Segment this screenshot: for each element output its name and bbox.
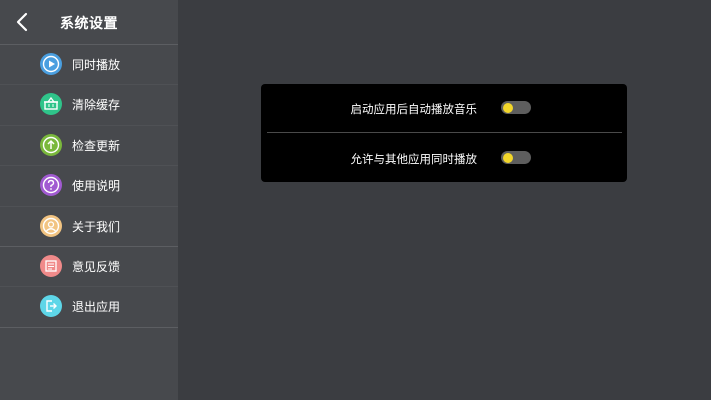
page-title: 系统设置 <box>60 16 118 32</box>
settings-panel: 启动应用后自动播放音乐 允许与其他应用同时播放 <box>261 84 627 182</box>
feedback-icon <box>40 254 62 277</box>
sidebar-item-about-us[interactable]: 关于我们 <box>0 207 178 246</box>
sidebar-header: 系统设置 <box>0 0 178 45</box>
toggle-knob <box>503 152 513 163</box>
autoplay-toggle[interactable] <box>501 101 531 114</box>
sidebar-item-label: 使用说明 <box>72 179 121 194</box>
sidebar-item-clear-cache[interactable]: 清除缓存 <box>0 85 178 124</box>
question-icon <box>40 174 62 197</box>
exit-icon <box>40 295 62 318</box>
setting-row-simultaneous: 允许与其他应用同时播放 <box>261 134 627 182</box>
sidebar-item-label: 同时播放 <box>72 58 121 72</box>
sidebar-item-exit-app[interactable]: 退出应用 <box>0 287 178 326</box>
sidebar-item-label: 退出应用 <box>72 300 121 315</box>
sidebar-item-label: 清除缓存 <box>72 98 121 113</box>
simultaneous-play-toggle[interactable] <box>501 151 531 164</box>
person-icon <box>40 214 62 237</box>
sidebar-item-label: 关于我们 <box>72 219 121 234</box>
sidebar-item-label: 检查更新 <box>72 138 121 153</box>
sidebar: 系统设置 同时播放 清除缓存 检查更新 使用说明 关于我们 意见反馈 退出应用 <box>0 0 178 400</box>
basket-icon <box>40 93 62 116</box>
sidebar-menu: 同时播放 清除缓存 检查更新 使用说明 关于我们 意见反馈 退出应用 <box>0 45 178 328</box>
setting-label: 启动应用后自动播放音乐 <box>350 102 478 116</box>
upload-arrow-icon <box>40 133 62 156</box>
play-icon <box>40 53 62 75</box>
divider <box>0 326 178 328</box>
sidebar-item-simultaneous-play[interactable]: 同时播放 <box>0 45 178 84</box>
setting-label: 允许与其他应用同时播放 <box>350 152 478 166</box>
toggle-knob <box>503 102 513 113</box>
divider <box>267 132 622 133</box>
sidebar-item-instructions[interactable]: 使用说明 <box>0 166 178 205</box>
sidebar-item-check-update[interactable]: 检查更新 <box>0 126 178 165</box>
setting-row-autoplay: 启动应用后自动播放音乐 <box>261 84 627 132</box>
sidebar-item-feedback[interactable]: 意见反馈 <box>0 247 178 286</box>
sidebar-item-label: 意见反馈 <box>72 259 121 274</box>
